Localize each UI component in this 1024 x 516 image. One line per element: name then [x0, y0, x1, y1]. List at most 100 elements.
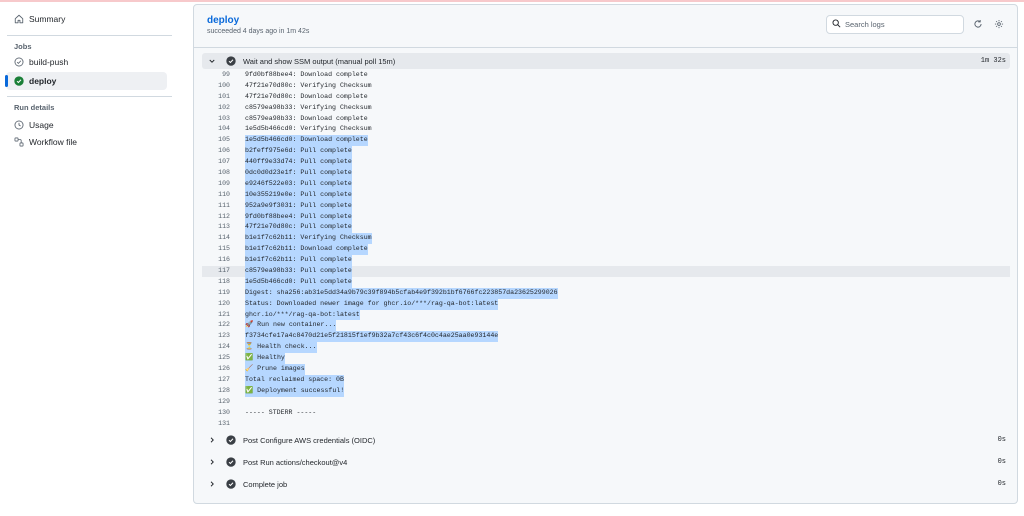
log-line-text: 440ff9e33d74: Pull complete: [245, 157, 352, 169]
log-line-number[interactable]: 118: [202, 277, 230, 288]
log-line[interactable]: 117 c8579ea98b33: Pull complete: [202, 266, 1010, 277]
refresh-button[interactable]: [968, 15, 987, 34]
log-line[interactable]: 115 b1e1f7c62b11: Download complete: [202, 244, 1010, 256]
log-line-text: Total reclaimed space: 0B: [245, 374, 344, 386]
search-icon: [832, 19, 841, 30]
log-line-number[interactable]: 103: [202, 114, 230, 125]
sidebar-item-build-push[interactable]: build-push: [6, 53, 167, 71]
sidebar-item-label: build-push: [29, 57, 69, 67]
sidebar-item-summary[interactable]: Summary: [6, 10, 167, 28]
log-line[interactable]: 114 b1e1f7c62b11: Verifying Checksum: [202, 233, 1010, 245]
log-line-number[interactable]: 114: [202, 233, 230, 244]
log-line[interactable]: 107 440ff9e33d74: Pull complete: [202, 157, 1010, 169]
log-line-number[interactable]: 122: [202, 320, 230, 331]
log-line[interactable]: 118 1e5d5b466cd0: Pull complete: [202, 276, 1010, 288]
search-logs-input[interactable]: [845, 20, 955, 29]
chevron-down-icon: [207, 57, 217, 65]
run-details-heading: Run details: [14, 103, 55, 112]
search-logs-box[interactable]: [826, 15, 964, 34]
log-line[interactable]: 121 ghcr.io/***/rag-qa-bot:latest: [202, 309, 1010, 321]
log-line-number[interactable]: 117: [202, 266, 230, 277]
step-post-run-checkout[interactable]: Post Run actions/checkout@v4 0s: [202, 454, 1010, 470]
log-line-number[interactable]: 112: [202, 212, 230, 223]
log-line-number[interactable]: 124: [202, 342, 230, 353]
sidebar-item-usage[interactable]: Usage: [6, 116, 167, 134]
log-line[interactable]: 103 c8579ea98b33: Download complete: [202, 114, 1010, 125]
log-line[interactable]: 124 ⏳ Health check...: [202, 342, 1010, 354]
log-line-number[interactable]: 123: [202, 331, 230, 342]
log-line[interactable]: 100 47f21e70d80c: Verifying Checksum: [202, 81, 1010, 92]
log-line-number[interactable]: 126: [202, 364, 230, 375]
sidebar-item-workflow-file[interactable]: Workflow file: [6, 133, 167, 151]
step-complete-job[interactable]: Complete job 0s: [202, 476, 1010, 492]
log-line[interactable]: 116 b1e1f7c62b11: Pull complete: [202, 255, 1010, 267]
log-line[interactable]: 111 952a9e9f3031: Pull complete: [202, 200, 1010, 212]
log-line-number[interactable]: 127: [202, 375, 230, 386]
log-line-number[interactable]: 115: [202, 244, 230, 255]
log-line-number[interactable]: 111: [202, 201, 230, 212]
log-line[interactable]: 127 Total reclaimed space: 0B: [202, 374, 1010, 386]
step-post-configure-aws[interactable]: Post Configure AWS credentials (OIDC) 0s: [202, 432, 1010, 448]
log-line-number[interactable]: 100: [202, 81, 230, 92]
log-line-number[interactable]: 128: [202, 386, 230, 397]
log-line-text: c8579ea98b33: Verifying Checksum: [245, 103, 372, 111]
log-line[interactable]: 131: [202, 419, 1010, 430]
log-line-number[interactable]: 116: [202, 255, 230, 266]
log-line[interactable]: 106 b2feff975e6d: Pull complete: [202, 146, 1010, 158]
log-line-text: ghcr.io/***/rag-qa-bot:latest: [245, 309, 360, 321]
log-line[interactable]: 125 ✅ Healthy: [202, 353, 1010, 365]
log-line-number[interactable]: 120: [202, 299, 230, 310]
log-line-number[interactable]: 109: [202, 179, 230, 190]
log-line[interactable]: 104 1e5d5b466cd0: Verifying Checksum: [202, 124, 1010, 135]
refresh-icon: [973, 16, 983, 34]
log-line[interactable]: 128 ✅ Deployment successful!: [202, 385, 1010, 397]
log-line-number[interactable]: 110: [202, 190, 230, 201]
log-line[interactable]: 110 10e355219e0e: Pull complete: [202, 189, 1010, 201]
log-output: 99 9fd0bf88bee4: Download complete 100 47f2…: [202, 70, 1010, 429]
sidebar-item-label: deploy: [29, 76, 57, 86]
log-line-number[interactable]: 131: [202, 419, 230, 430]
step-success-icon: [226, 56, 236, 66]
step-wait-ssm-output[interactable]: Wait and show SSM output (manual poll 15…: [202, 53, 1010, 69]
log-line[interactable]: 126 🧹 Prune images: [202, 364, 1010, 375]
log-line[interactable]: 113 47f21e70d80c: Pull complete: [202, 222, 1010, 234]
log-line[interactable]: 129: [202, 397, 1010, 408]
settings-button[interactable]: [989, 15, 1008, 34]
log-line[interactable]: 105 1e5d5b466cd0: Download complete: [202, 135, 1010, 147]
log-line-text: c8579ea98b33: Pull complete: [245, 266, 352, 277]
log-line-text: 47f21e70d80c: Download complete: [245, 92, 368, 100]
log-line-number[interactable]: 104: [202, 124, 230, 135]
log-line-number[interactable]: 108: [202, 168, 230, 179]
log-line-number[interactable]: 106: [202, 146, 230, 157]
log-line[interactable]: 101 47f21e70d80c: Download complete: [202, 92, 1010, 103]
log-line-number[interactable]: 121: [202, 310, 230, 321]
log-line-text: 9fd0bf88bee4: Pull complete: [245, 211, 352, 223]
log-line[interactable]: 123 f3734cfe17a4c8470d21e5f21815f1ef9b32a…: [202, 331, 1010, 343]
log-line[interactable]: 120 Status: Downloaded newer image for gh…: [202, 298, 1010, 310]
log-line[interactable]: 130 ----- STDERR -----: [202, 408, 1010, 419]
log-line-number[interactable]: 130: [202, 408, 230, 419]
log-line-number[interactable]: 107: [202, 157, 230, 168]
sidebar-item-deploy[interactable]: deploy: [5, 72, 167, 90]
log-line-number[interactable]: 101: [202, 92, 230, 103]
log-line-number[interactable]: 113: [202, 222, 230, 233]
log-line-number[interactable]: 102: [202, 103, 230, 114]
log-line[interactable]: 99 9fd0bf88bee4: Download complete: [202, 70, 1010, 81]
log-line-number[interactable]: 129: [202, 397, 230, 408]
log-line[interactable]: 102 c8579ea98b33: Verifying Checksum: [202, 103, 1010, 114]
log-line[interactable]: 112 9fd0bf88bee4: Pull complete: [202, 211, 1010, 223]
log-line-number[interactable]: 105: [202, 135, 230, 146]
log-line-number[interactable]: 119: [202, 288, 230, 299]
sidebar-item-label: Usage: [29, 120, 54, 130]
log-line-number[interactable]: 99: [202, 70, 230, 81]
job-title[interactable]: deploy: [207, 15, 239, 26]
log-line[interactable]: 122 🚀 Run new container...: [202, 320, 1010, 332]
home-icon: [14, 14, 24, 24]
log-line-text: c8579ea98b33: Download complete: [245, 114, 368, 122]
log-line[interactable]: 109 e9246f522e03: Pull complete: [202, 178, 1010, 190]
log-line-text: 1e5d5b466cd0: Pull complete: [245, 276, 352, 288]
log-line-number[interactable]: 125: [202, 353, 230, 364]
log-line-text: b1e1f7c62b11: Pull complete: [245, 255, 352, 267]
log-line[interactable]: 108 0dc0d0d23e1f: Pull complete: [202, 168, 1010, 179]
log-line[interactable]: 119 Digest: sha256:ab31e5dd34a9b79c39f894…: [202, 287, 1010, 299]
